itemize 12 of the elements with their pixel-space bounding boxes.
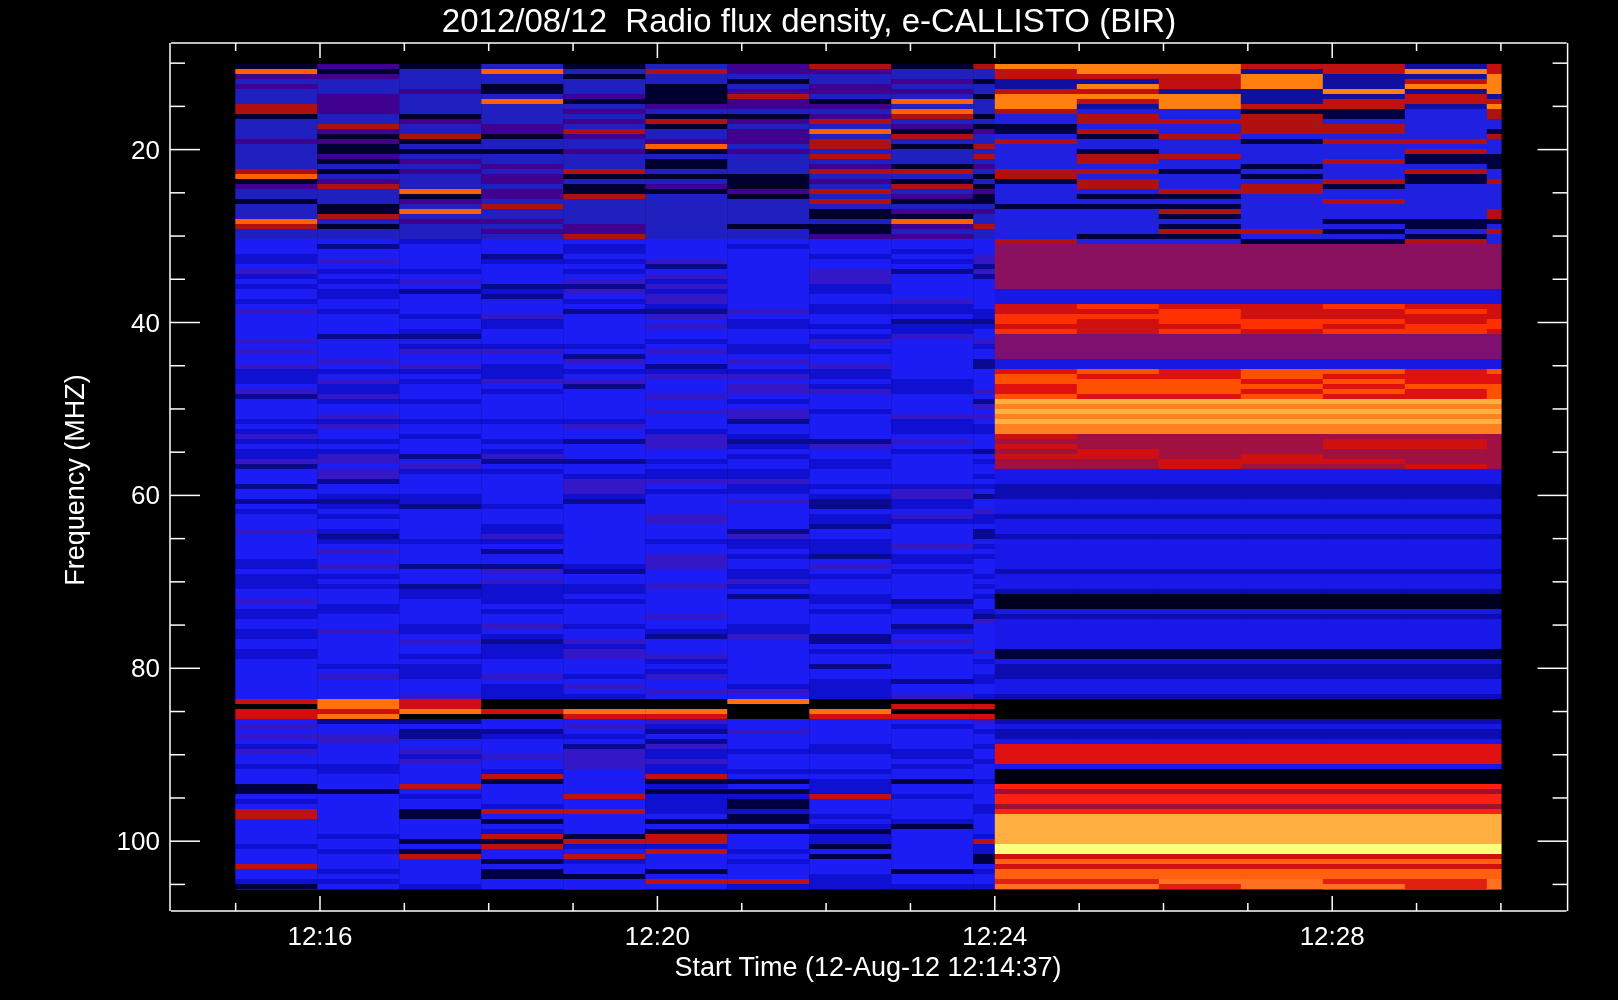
y-tick-label: 60: [131, 480, 160, 511]
x-axis-label: Start Time (12-Aug-12 12:14:37): [674, 952, 1062, 982]
x-tick-label: 12:28: [1299, 921, 1365, 951]
chart-title: 2012/08/12 Radio flux density, e-CALLISTO (BIR): [441, 2, 1177, 39]
y-axis-label: Frequency (MHZ): [60, 374, 90, 586]
y-tick-label: 80: [131, 653, 160, 684]
x-tick-label: 12:20: [624, 921, 690, 951]
y-tick-label: 20: [131, 134, 160, 165]
y-tick-label: 40: [131, 307, 160, 338]
x-tick-label: 12:24: [962, 921, 1028, 951]
y-tick-label: 100: [116, 826, 160, 857]
x-tick-label: 12:16: [287, 921, 353, 951]
